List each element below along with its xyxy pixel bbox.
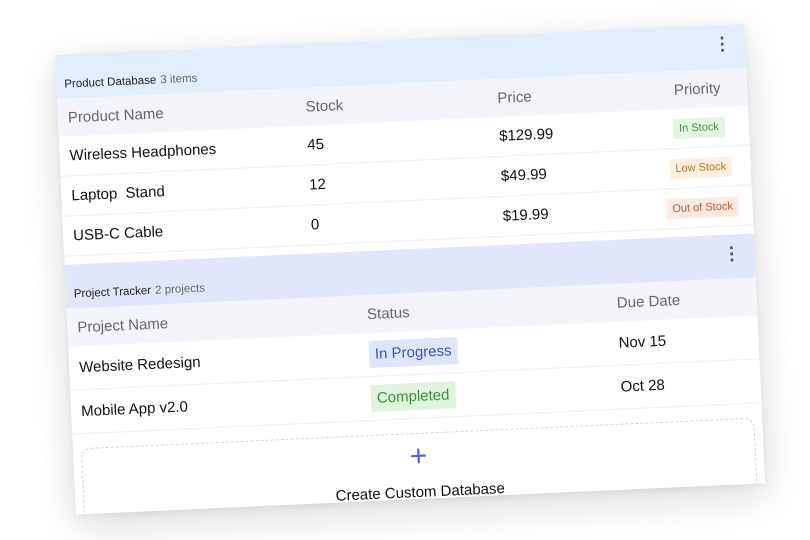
- product-count: 3 items: [160, 72, 198, 87]
- product-price: $19.99: [502, 205, 550, 225]
- priority-badge: Out of Stock: [665, 195, 740, 219]
- project-due-date: Nov 15: [618, 332, 667, 352]
- product-name: Wireless Headphones: [69, 140, 217, 165]
- project-name: Website Redesign: [78, 353, 201, 377]
- project-tracker-title: Project Tracker: [73, 284, 152, 301]
- priority-badge: Low Stock: [668, 155, 733, 179]
- column-header-priority[interactable]: Priority: [647, 78, 748, 100]
- product-database-title: Product Database: [64, 74, 157, 91]
- product-stock: 0: [310, 216, 320, 234]
- product-name: USB-C Cable: [72, 223, 164, 245]
- database-card: Product Database 3 items ⋮ Product Name …: [55, 23, 766, 515]
- column-header-price[interactable]: Price: [497, 83, 648, 107]
- product-name: Laptop Stand: [71, 183, 166, 205]
- column-header-stock[interactable]: Stock: [305, 89, 498, 115]
- project-count: 2 projects: [154, 282, 206, 297]
- project-due-date: Oct 28: [620, 376, 666, 396]
- more-options-icon[interactable]: ⋮: [722, 243, 741, 264]
- priority-badge: In Stock: [672, 116, 726, 139]
- product-price: $49.99: [500, 165, 548, 185]
- status-badge: Completed: [370, 381, 456, 413]
- column-header-due-date[interactable]: Due Date: [616, 288, 757, 311]
- column-header-status[interactable]: Status: [367, 294, 618, 323]
- column-header-project-name[interactable]: Project Name: [67, 306, 367, 337]
- more-options-icon[interactable]: ⋮: [713, 33, 732, 54]
- product-stock: 12: [308, 175, 327, 194]
- create-custom-database-button[interactable]: + Create Custom Database: [80, 417, 759, 515]
- column-header-product-name[interactable]: Product Name: [57, 98, 306, 126]
- status-badge: In Progress: [368, 337, 459, 369]
- product-price: $129.99: [498, 125, 554, 145]
- project-name: Mobile App v2.0: [80, 398, 189, 421]
- product-stock: 45: [306, 135, 325, 154]
